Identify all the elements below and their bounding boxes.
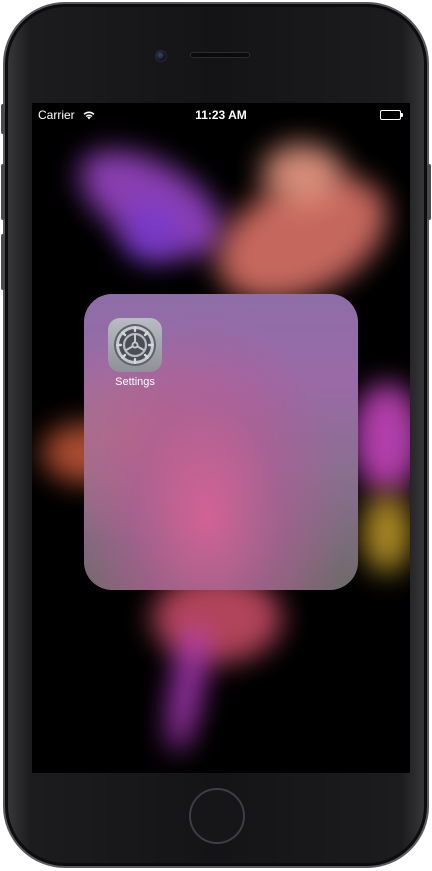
volume-down-button (1, 234, 5, 290)
gear-icon[interactable] (108, 318, 162, 372)
iphone-device-frame: Carrier 11:23 AM Settings (1, 2, 431, 868)
app-settings[interactable]: Settings (106, 318, 164, 388)
screen: Carrier 11:23 AM Settings (32, 103, 410, 773)
volume-up-button (1, 164, 5, 220)
status-time: 11:23 AM (195, 108, 247, 122)
front-camera (155, 50, 167, 62)
app-label-settings: Settings (115, 376, 155, 388)
home-button[interactable] (189, 788, 245, 844)
earpiece-speaker (190, 52, 250, 58)
status-bar: Carrier 11:23 AM (32, 103, 410, 125)
app-folder[interactable]: Settings (84, 294, 358, 590)
power-button (427, 164, 431, 220)
battery-icon (380, 110, 404, 120)
silent-switch (1, 104, 5, 134)
